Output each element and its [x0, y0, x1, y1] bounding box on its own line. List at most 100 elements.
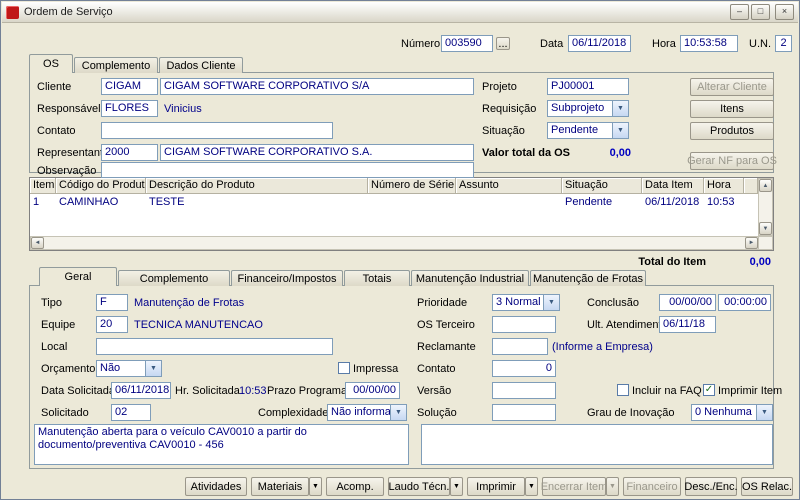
laudo-tecn-button[interactable]: Laudo Técn. [388, 477, 450, 496]
itens-button[interactable]: Itens [690, 100, 774, 118]
gerar-nf-button: Gerar NF para OS [687, 152, 777, 170]
ult-atendimento-field[interactable]: 06/11/18 [659, 316, 716, 333]
grid-col-assunto[interactable]: Assunto [456, 178, 562, 194]
projeto-field[interactable]: PJ00001 [547, 78, 629, 95]
maximize-icon[interactable]: □ [751, 4, 770, 20]
scroll-left-icon[interactable]: ◄ [31, 237, 44, 249]
complexidade-dropdown[interactable]: Não informada ▼ [327, 404, 407, 421]
prioridade-label: Prioridade [417, 297, 468, 309]
grau-inovacao-value: 0 Nenhuma [695, 406, 752, 418]
imprimir-dropdown-icon[interactable]: ▼ [525, 477, 538, 496]
hora-field[interactable]: 10:53:58 [680, 35, 738, 52]
laudo-dropdown-icon[interactable]: ▼ [450, 477, 463, 496]
detail-tabs: Geral Complemento Financeiro/Impostos To… [39, 267, 647, 286]
incluir-faq-checkbox[interactable] [617, 384, 629, 396]
chevron-down-icon[interactable]: ▼ [145, 361, 161, 376]
solucao-memo[interactable] [421, 424, 773, 465]
tab-manutencao-industrial[interactable]: Manutenção Industrial [411, 270, 529, 286]
materiais-button[interactable]: Materiais [251, 477, 309, 496]
chevron-down-icon[interactable]: ▼ [756, 405, 772, 420]
contato-geral-field[interactable]: 0 [492, 360, 556, 377]
os-terceiro-field[interactable] [492, 316, 556, 333]
window-title: Ordem de Serviço [24, 6, 113, 18]
financeiro-button: Financeiro [623, 477, 681, 496]
impressa-checkbox[interactable] [338, 362, 350, 374]
data-label: Data [540, 38, 564, 50]
grid-horizontal-scrollbar[interactable] [30, 236, 759, 250]
desc-enc-button[interactable]: Desc./Enc. [684, 477, 738, 496]
grid-col-codigo[interactable]: Código do Produto [56, 178, 146, 194]
valor-total-label: Valor total da OS [482, 147, 571, 159]
scroll-up-icon[interactable]: ▲ [759, 179, 772, 192]
cell-hora: 10:53 [707, 196, 735, 208]
observacao-label: Observação [37, 165, 97, 177]
data-solicitada-field[interactable]: 06/11/2018 [111, 382, 171, 399]
local-field[interactable] [96, 338, 333, 355]
responsavel-label: Responsável [37, 103, 101, 115]
imprimir-button[interactable]: Imprimir [467, 477, 525, 496]
acomp-button[interactable]: Acomp. [326, 477, 384, 496]
responsavel-name-text: Vinicius [164, 103, 202, 115]
imprimir-item-checkbox[interactable]: ✓ [703, 384, 715, 396]
conclusao-time-field[interactable]: 00:00:00 [718, 294, 771, 311]
un-field[interactable]: 2 [775, 35, 792, 52]
conclusao-date-field[interactable]: 00/00/00 [659, 294, 716, 311]
solucao-field[interactable] [492, 404, 556, 421]
solicitado-field[interactable]: 02 [111, 404, 151, 421]
chevron-down-icon[interactable]: ▼ [543, 295, 559, 310]
atividades-button[interactable]: Atividades [185, 477, 247, 496]
situacao-label: Situação [482, 125, 525, 137]
app-window: Ordem de Serviço – □ × Número 003590 ...… [0, 0, 800, 500]
tab-manutencao-frotas[interactable]: Manutenção de Frotas [530, 270, 646, 286]
chevron-down-icon[interactable]: ▼ [612, 123, 628, 138]
tab-complemento[interactable]: Complemento [74, 57, 158, 73]
representante-name-field: CIGAM SOFTWARE CORPORATIVO S.A. [160, 144, 474, 161]
close-icon[interactable]: × [775, 4, 794, 20]
scroll-down-icon[interactable]: ▼ [759, 222, 772, 235]
tab-geral[interactable]: Geral [39, 267, 117, 286]
table-row[interactable]: 1 CAMINHAO TESTE Pendente 06/11/2018 10:… [30, 195, 744, 209]
grid-col-data-item[interactable]: Data Item [642, 178, 704, 194]
grau-inovacao-dropdown[interactable]: 0 Nenhuma ▼ [691, 404, 773, 421]
versao-field[interactable] [492, 382, 556, 399]
scroll-right-icon[interactable]: ► [745, 237, 758, 249]
responsavel-code-field[interactable]: FLORES [101, 100, 158, 117]
data-field[interactable]: 06/11/2018 [568, 35, 631, 52]
grid-col-hora[interactable]: Hora [704, 178, 744, 194]
requisicao-value: Subprojeto [551, 102, 605, 114]
tab-os[interactable]: OS [29, 54, 73, 73]
requisicao-dropdown[interactable]: Subprojeto ▼ [547, 100, 629, 117]
situacao-dropdown[interactable]: Pendente ▼ [547, 122, 629, 139]
tipo-field[interactable]: F [96, 294, 128, 311]
representante-code-field[interactable]: 2000 [101, 144, 158, 161]
tab-detail-complemento[interactable]: Complemento [118, 270, 230, 286]
grid-header: Item Código do Produto Descrição do Prod… [30, 178, 758, 194]
orcamento-dropdown[interactable]: Não ▼ [96, 360, 162, 377]
prazo-field[interactable]: 00/00/00 [345, 382, 400, 399]
produtos-button[interactable]: Produtos [690, 122, 774, 140]
imprimir-item-label: Imprimir Item [718, 385, 783, 397]
prioridade-dropdown[interactable]: 3 Normal ▼ [492, 294, 560, 311]
os-relac-button[interactable]: OS Relac. [741, 477, 793, 496]
tab-financeiro-impostos[interactable]: Financeiro/Impostos [231, 270, 343, 286]
chevron-down-icon[interactable]: ▼ [390, 405, 406, 420]
materiais-dropdown-icon[interactable]: ▼ [309, 477, 322, 496]
cliente-code-field[interactable]: CIGAM [101, 78, 158, 95]
grid-col-numero-serie[interactable]: Número de Série [368, 178, 456, 194]
numero-field[interactable]: 003590 [441, 35, 493, 52]
chevron-down-icon[interactable]: ▼ [612, 101, 628, 116]
tab-dados-cliente[interactable]: Dados Cliente [159, 57, 243, 73]
observacao-memo[interactable]: Manutenção aberta para o veículo CAV0010… [34, 424, 409, 465]
grid-col-descricao[interactable]: Descrição do Produto [146, 178, 368, 194]
contato-field[interactable] [101, 122, 333, 139]
numero-browse-button[interactable]: ... [496, 37, 510, 50]
observacao-field[interactable] [101, 162, 474, 178]
grid-col-item[interactable]: Item [30, 178, 56, 194]
equipe-field[interactable]: 20 [96, 316, 128, 333]
tab-totais[interactable]: Totais [344, 270, 410, 286]
grid-col-situacao[interactable]: Situação [562, 178, 642, 194]
hora-label: Hora [652, 38, 676, 50]
reclamante-field[interactable] [492, 338, 548, 355]
ult-atendimento-label: Ult. Atendimento [587, 319, 668, 331]
minimize-icon[interactable]: – [730, 4, 749, 20]
